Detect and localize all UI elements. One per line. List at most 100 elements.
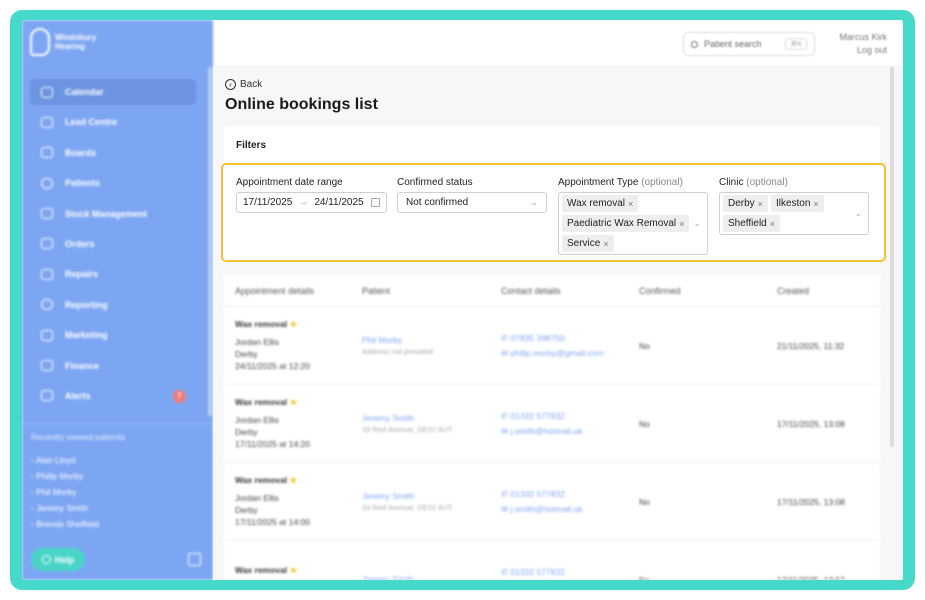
patient-link[interactable]: Jeremy Smith — [362, 491, 501, 501]
content-scrollbar[interactable] — [890, 67, 894, 447]
app-window: Windsbury Hearing Calendar Lead Centre Boa… — [22, 20, 903, 580]
remove-tag-icon[interactable]: × — [813, 199, 818, 209]
remove-tag-icon[interactable]: × — [603, 239, 608, 249]
clinic-name: Derby — [235, 505, 258, 515]
recent-patients-list: - Alan Lloyd - Philip Morby - Phil Morby - … — [31, 452, 99, 532]
filter-tag-label: Sheffield — [728, 218, 767, 229]
confirmed-cell: No — [639, 418, 650, 429]
sidebar-item-stock-management[interactable]: Stock Management — [30, 201, 196, 227]
remove-tag-icon[interactable]: × — [679, 219, 684, 229]
appointment-type-multiselect[interactable]: Wax removal × Paediatric Wax Removal × Servi… — [558, 192, 708, 255]
recent-patient-link[interactable]: - Phil Morby — [31, 484, 99, 500]
phone-link[interactable]: ✆ 07835 398750 — [501, 333, 639, 344]
top-bar: Patient search ⌘K Marcus Kirk Log out — [213, 20, 903, 67]
sidebar-scrollbar[interactable] — [208, 67, 212, 416]
sidebar-item-label: Lead Centre — [65, 117, 118, 128]
logout-link[interactable]: Log out — [839, 44, 887, 57]
phone-number: 01332 577832 — [510, 488, 565, 499]
appointment-type: Wax removal ★ — [235, 475, 362, 486]
brand-logo[interactable]: Windsbury Hearing — [30, 28, 96, 56]
email-link[interactable]: ✉ j.smith@hotmail.uk — [501, 504, 639, 515]
date-range-picker[interactable]: 17/11/2025 → 24/11/2025 — [236, 192, 387, 213]
clinic-filter: Clinic (optional) Derby × Ilkeston × Sheffie… — [719, 177, 869, 235]
table-row[interactable]: Wax removal ★ Jordan Ellis Derby 24/11/2025… — [224, 307, 880, 385]
column-header: Contact details — [501, 285, 561, 296]
sidebar-item-orders[interactable]: Orders — [30, 231, 196, 257]
sidebar-item-alerts[interactable]: Alerts 7 — [30, 383, 196, 409]
user-name: Marcus Kirk — [839, 32, 887, 42]
sidebar-item-repairs[interactable]: Repairs — [30, 261, 196, 287]
patient-cell: Jeremy Smith 33 Red Avenue, DE22 8UT — [362, 413, 501, 434]
wrench-icon — [41, 268, 53, 280]
appointment-type-label: Wax removal — [235, 319, 288, 329]
table-row[interactable]: Wax removal ★ Jordan Ellis Derby 17/11/2025… — [224, 463, 880, 541]
sidebar-item-label: Boards — [65, 147, 97, 158]
created-cell: 17/11/2025, 13:08 — [777, 418, 845, 429]
confirmed-status-filter: Confirmed status Not confirmed ⌄ — [397, 177, 547, 213]
table-row[interactable]: Wax removal ★Jordan EllisJeremy Smith✆ 0… — [224, 541, 880, 580]
star-icon: ★ — [287, 397, 298, 407]
phone-number: 01332 577832 — [510, 566, 565, 577]
filter-tag-label: Ilkeston — [775, 198, 811, 209]
email-link[interactable]: ✉ j.smith@hotmail.uk — [501, 426, 639, 437]
sidebar-item-label: Reporting — [65, 299, 108, 310]
table-row[interactable]: Wax removal ★ Jordan Ellis Derby 17/11/2025… — [224, 385, 880, 463]
headset-icon — [41, 116, 53, 128]
sidebar-item-patients[interactable]: Patients — [30, 170, 196, 196]
star-icon: ★ — [287, 565, 298, 575]
confirmed-cell: No — [639, 574, 650, 581]
contact-cell: ✆ 07835 398750 ✉ philip.morby@gmail.com — [501, 333, 639, 359]
confirmed-cell: No — [639, 340, 650, 351]
sidebar: Windsbury Hearing Calendar Lead Centre Boa… — [22, 20, 213, 580]
sidebar-item-finance[interactable]: Finance — [30, 353, 196, 379]
filter-tag-label: Service — [567, 238, 601, 249]
sidebar-item-reporting[interactable]: Reporting — [30, 292, 196, 318]
recent-patient-link[interactable]: - Jeremy Smith — [31, 500, 99, 516]
remove-tag-icon[interactable]: × — [628, 199, 633, 209]
collapse-sidebar-icon[interactable] — [188, 553, 201, 566]
sidebar-item-boards[interactable]: Boards — [30, 140, 196, 166]
card-icon — [41, 360, 53, 372]
recent-patient-link[interactable]: - Philip Morby — [31, 468, 99, 484]
remove-tag-icon[interactable]: × — [770, 219, 775, 229]
sidebar-item-calendar[interactable]: Calendar — [30, 79, 196, 105]
clinic-optional: (optional) — [746, 177, 788, 188]
sidebar-item-marketing[interactable]: Marketing — [30, 322, 196, 348]
phone-link[interactable]: ✆ 01332 577832 — [501, 411, 639, 422]
appointment-time: 17/11/2025 at 14:20 — [235, 439, 310, 449]
column-header: Confirmed — [639, 285, 681, 296]
patient-link[interactable]: Phil Morby — [362, 335, 501, 345]
patient-search-input[interactable]: Patient search ⌘K — [683, 32, 815, 56]
sidebar-item-label: Orders — [65, 238, 95, 249]
patient-cell: Jeremy Smith — [362, 574, 501, 581]
date-from: 17/11/2025 — [243, 197, 293, 208]
back-button[interactable]: ‹ Back — [225, 79, 262, 90]
recent-patient-link[interactable]: - Brenda Sheffield — [31, 516, 99, 532]
patient-cell: Phil Morby Address not provided — [362, 335, 501, 356]
appointment-details-cell: Wax removal ★ Jordan Ellis Derby 24/11/2025… — [224, 319, 362, 372]
filter-tag: Derby × — [723, 195, 768, 212]
column-header: Patient — [362, 285, 391, 296]
patient-link[interactable]: Jeremy Smith — [362, 574, 501, 581]
email-link[interactable]: ✉ philip.morby@gmail.com — [501, 348, 639, 359]
bookings-table: Appointment details Patient Contact detail… — [224, 275, 880, 580]
column-header: Appointment details — [235, 285, 315, 296]
remove-tag-icon[interactable]: × — [758, 199, 763, 209]
phone-link[interactable]: ✆ 01332 577832 — [501, 567, 639, 578]
phone-link[interactable]: ✆ 01332 577832 — [501, 489, 639, 500]
email-address: j.smith@hotmail.uk — [510, 503, 583, 514]
pie-chart-icon — [41, 299, 53, 311]
appointment-time: 24/11/2025 at 12:20 — [235, 361, 310, 371]
sidebar-item-lead-centre[interactable]: Lead Centre — [30, 109, 196, 135]
patient-link[interactable]: Jeremy Smith — [362, 413, 501, 423]
date-to: 24/11/2025 — [314, 197, 364, 208]
appointment-details-cell: Wax removal ★ Jordan Ellis Derby 17/11/2025… — [224, 397, 362, 450]
filter-tag: Sheffield × — [723, 215, 781, 232]
confirmed-status-select[interactable]: Not confirmed ⌄ — [397, 192, 547, 213]
clinic-label: Clinic (optional) — [719, 177, 869, 188]
appointment-type: Wax removal ★ — [235, 319, 362, 330]
clinic-multiselect[interactable]: Derby × Ilkeston × Sheffield × ⌄ — [719, 192, 869, 235]
clipboard-icon — [41, 208, 53, 220]
help-button[interactable]: Help — [31, 548, 85, 571]
recent-patient-link[interactable]: - Alan Lloyd — [31, 452, 99, 468]
